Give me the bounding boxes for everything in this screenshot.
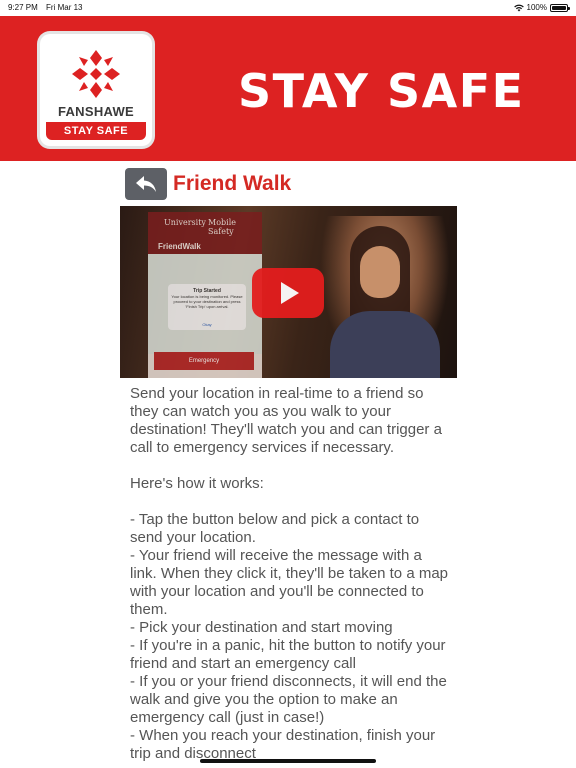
fanshawe-logo: FANSHAWE STAY SAFE — [40, 34, 152, 146]
phone-mobile-safety: Mobile Safety — [208, 218, 236, 236]
app-banner: FANSHAWE STAY SAFE STAY SAFE — [0, 16, 576, 161]
status-left: 9:27 PM Fri Mar 13 — [8, 3, 88, 12]
wifi-icon — [513, 4, 524, 11]
dialog-body: Your location is being monitored. Please… — [171, 294, 243, 309]
logo-name: FANSHAWE — [57, 104, 135, 119]
intro-text: Send your location in real-time to a fri… — [130, 385, 442, 456]
step-item: - If you're in a panic, hit the button t… — [130, 637, 446, 672]
phone-university: University — [164, 218, 206, 227]
battery-icon — [550, 3, 570, 12]
play-icon — [281, 282, 299, 304]
phone-emergency: Emergency — [154, 352, 254, 370]
logo-tagline: STAY SAFE — [46, 122, 146, 140]
how-heading: Here's how it works: — [130, 475, 264, 492]
step-item: - Your friend will receive the message w… — [130, 547, 449, 618]
step-item: - Tap the button below and pick a contac… — [130, 511, 420, 546]
video-person — [320, 216, 450, 378]
home-indicator[interactable] — [200, 759, 376, 763]
page-title: Friend Walk — [173, 172, 292, 195]
page-header: Friend Walk — [125, 167, 291, 201]
video-player[interactable]: University Mobile Safety FriendWalk Trip… — [120, 206, 457, 378]
dialog-ok: Okay — [202, 322, 212, 327]
phone-app-name: FriendWalk — [158, 242, 201, 251]
back-arrow-icon — [136, 176, 156, 192]
status-right: 100% — [513, 3, 570, 12]
step-item: - If you or your friend disconnects, it … — [130, 673, 447, 726]
battery-percent: 100% — [526, 3, 547, 12]
phone-dialog: Trip Started Your location is being moni… — [168, 284, 246, 330]
status-time: 9:27 PM — [8, 3, 38, 12]
step-item: - Pick your destination and start moving — [130, 619, 393, 636]
play-button[interactable] — [252, 268, 324, 318]
banner-title: STAY SAFE — [238, 64, 525, 118]
back-button[interactable] — [125, 168, 167, 200]
status-bar: 9:27 PM Fri Mar 13 100% — [0, 0, 576, 16]
status-date: Fri Mar 13 — [46, 3, 83, 12]
video-phone-mockup: University Mobile Safety FriendWalk Trip… — [148, 212, 262, 378]
description: Send your location in real-time to a fri… — [130, 385, 450, 763]
step-item: - When you reach your destination, finis… — [130, 727, 436, 762]
fanshawe-mark-icon — [72, 50, 120, 98]
phone-header: University Mobile Safety FriendWalk — [148, 212, 262, 254]
